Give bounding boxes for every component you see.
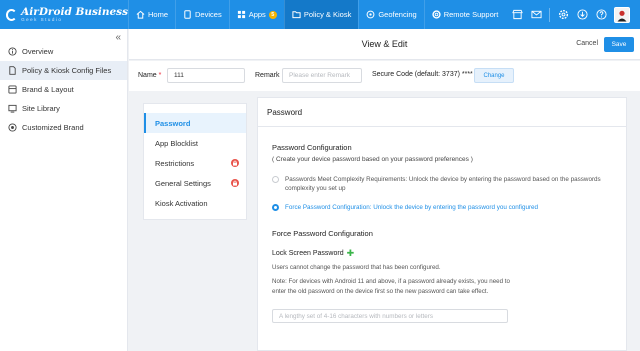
password-configuration-subtitle: ( Create your device password based on y…: [272, 156, 473, 163]
top-navigation-bar: AirDroid Business Geek Studio Home Devic…: [0, 0, 640, 29]
option-force-password[interactable]: Force Password Configuration: Unlock the…: [272, 203, 625, 212]
password-configuration-title: Password Configuration: [272, 143, 352, 152]
save-button[interactable]: Save: [604, 37, 634, 52]
page-title: View & Edit: [361, 39, 408, 49]
view-edit-header: View & Edit Cancel Save: [129, 29, 640, 60]
add-plus-icon[interactable]: ✚: [347, 249, 355, 258]
policy-section-menu: Password App Blocklist Restrictions Gene…: [143, 103, 247, 220]
sidebar-item-site-library[interactable]: Site Library: [0, 99, 127, 118]
remark-label: Remark: [255, 72, 280, 79]
android-note: Note: For devices with Android 11 and ab…: [272, 278, 510, 295]
airdroid-logo-icon: [6, 8, 18, 21]
menu-item-restrictions[interactable]: Restrictions: [144, 153, 246, 173]
main-nav: Home Devices Apps 5 Policy & Kiosk Geofe…: [128, 0, 505, 29]
brand-title: AirDroid Business: [21, 5, 128, 18]
sidebar-item-overview[interactable]: Overview: [0, 42, 127, 61]
geofencing-icon: [366, 10, 375, 19]
mail-icon[interactable]: [530, 9, 542, 21]
cancel-button[interactable]: Cancel: [576, 40, 598, 47]
menu-item-app-blocklist[interactable]: App Blocklist: [144, 133, 246, 153]
lock-icon: [231, 179, 239, 187]
store-icon[interactable]: [511, 9, 523, 21]
remote-support-icon: [432, 10, 441, 19]
name-label: Name *: [138, 72, 162, 79]
brand-icon: [8, 85, 17, 94]
nav-apps[interactable]: Apps 5: [228, 0, 284, 29]
option-complexity-requirements[interactable]: Passwords Meet Complexity Requirements: …: [272, 175, 625, 193]
sidebar-list: Overview Policy & Kiosk Config Files Bra…: [0, 42, 127, 137]
top-right-tools: [511, 0, 630, 29]
sidebar: « Overview Policy & Kiosk Config Files B…: [0, 29, 128, 351]
nav-remote-support[interactable]: Remote Support: [423, 0, 506, 29]
nav-geofencing[interactable]: Geofencing: [358, 0, 423, 29]
password-panel: Password Password Configuration ( Create…: [257, 97, 627, 351]
name-input[interactable]: 111: [167, 68, 245, 83]
site-icon: [8, 104, 17, 113]
sidebar-item-customized-brand[interactable]: Customized Brand: [0, 118, 127, 137]
menu-item-password[interactable]: Password: [144, 113, 246, 133]
remark-input[interactable]: Please enter Remark: [282, 68, 362, 83]
download-icon[interactable]: [576, 9, 588, 21]
nav-home[interactable]: Home: [128, 0, 175, 29]
config-file-form: Name * 111 Remark Please enter Remark Se…: [129, 61, 640, 91]
password-input[interactable]: A lengthy set of 4-16 characters with nu…: [272, 309, 508, 323]
brand-logo[interactable]: AirDroid Business Geek Studio: [0, 0, 128, 29]
brand-subtitle: Geek Studio: [21, 17, 63, 22]
radio-unselected[interactable]: [272, 176, 279, 183]
apps-count-badge: 5: [268, 10, 277, 19]
lock-screen-password-label: Lock Screen Password ✚: [272, 248, 355, 258]
home-icon: [136, 10, 145, 19]
user-avatar[interactable]: [614, 6, 630, 23]
nav-devices[interactable]: Devices: [175, 0, 229, 29]
file-icon: [8, 66, 17, 75]
radio-selected[interactable]: [272, 204, 279, 211]
info-icon: [8, 47, 17, 56]
change-secure-code-button[interactable]: Change: [474, 68, 514, 83]
devices-icon: [183, 10, 192, 19]
sidebar-item-policy-kiosk-config-files[interactable]: Policy & Kiosk Config Files: [0, 61, 127, 80]
brand-custom-icon: [8, 123, 17, 132]
nav-policy-kiosk[interactable]: Policy & Kiosk: [283, 0, 359, 29]
lock-icon: [231, 159, 239, 167]
force-password-title: Force Password Configuration: [272, 229, 373, 238]
apps-icon: [237, 10, 246, 19]
sidebar-item-brand-layout[interactable]: Brand & Layout: [0, 80, 127, 99]
toolbar-divider: [549, 7, 550, 22]
menu-item-kiosk-activation[interactable]: Kiosk Activation: [144, 193, 246, 213]
required-asterisk: *: [158, 72, 162, 79]
policy-icon: [292, 10, 301, 19]
secure-code-text: Secure Code (default: 3737) ****: [372, 71, 473, 78]
menu-item-general-settings[interactable]: General Settings: [144, 173, 246, 193]
lock-note: Users cannot change the password that ha…: [272, 264, 441, 271]
settings-icon[interactable]: [557, 9, 569, 21]
help-icon[interactable]: [595, 9, 607, 21]
panel-title: Password: [258, 98, 626, 127]
